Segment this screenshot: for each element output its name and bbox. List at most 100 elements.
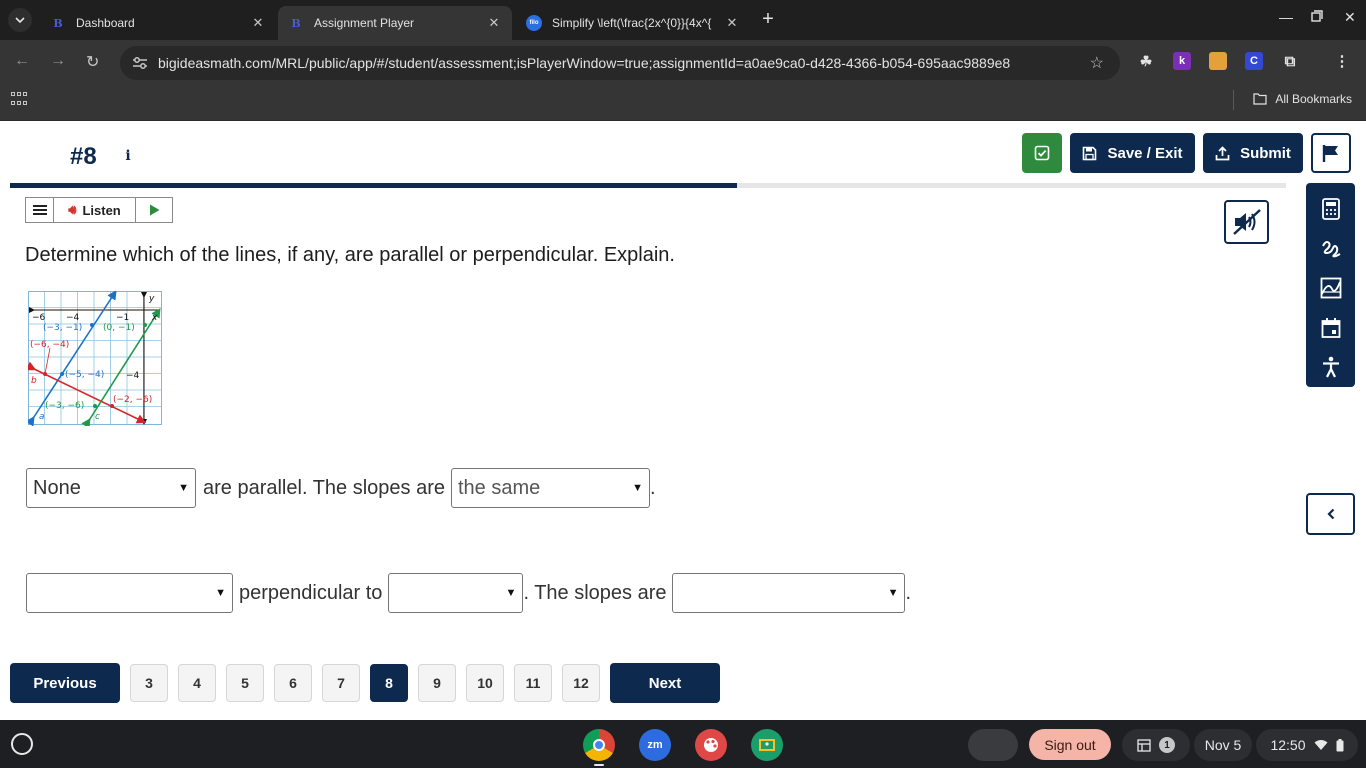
play-button[interactable]: [136, 198, 172, 222]
save-exit-label: Save / Exit: [1107, 144, 1183, 162]
notification-tray[interactable]: 1: [1122, 729, 1190, 761]
tab-title: Dashboard: [76, 16, 135, 30]
sign-out-button[interactable]: Sign out: [1029, 729, 1111, 760]
system-shelf: zm Sign out 1 Nov 5 12:50: [0, 720, 1366, 768]
battery-icon: [1336, 738, 1344, 751]
calculator-icon: [1321, 197, 1340, 220]
notification-count: 1: [1159, 737, 1175, 753]
page-number-button[interactable]: 10: [466, 664, 504, 702]
minimize-icon[interactable]: —: [1279, 9, 1293, 25]
bigideas-favicon-icon: B: [291, 16, 301, 30]
classroom-app-icon[interactable]: [751, 729, 783, 761]
bookmark-star-icon[interactable]: ☆: [1090, 53, 1104, 73]
perpendicular-line-select[interactable]: ▼: [26, 573, 233, 613]
point-label: (−5, −4): [65, 370, 104, 380]
answer-row-perpendicular: ▼ perpendicular to ▼ . The slopes are ▼ …: [26, 573, 911, 613]
select-value: the same: [458, 476, 541, 499]
page-number-button[interactable]: 6: [274, 664, 312, 702]
tab-assignment-player[interactable]: B Assignment Player ✕: [278, 6, 512, 40]
date-tray[interactable]: Nov 5: [1194, 729, 1252, 761]
submit-label: Submit: [1240, 144, 1291, 162]
bookmarks-bar: [0, 85, 1366, 121]
line-label-c: c: [95, 412, 100, 422]
progress-fill: [10, 183, 738, 188]
new-tab-button[interactable]: +: [757, 9, 779, 31]
listen-button[interactable]: 🔊︎ Listen: [54, 198, 136, 222]
kebab-menu-icon[interactable]: ⋮: [1333, 52, 1351, 70]
accessibility-tool-button[interactable]: [1306, 347, 1355, 387]
holding-space-tote[interactable]: [968, 729, 1018, 761]
y-tick-label: −4: [126, 371, 140, 381]
answer-text: .: [905, 581, 912, 604]
parallel-slopes-select[interactable]: the same ▼: [451, 468, 650, 508]
perpendicular-to-select[interactable]: ▼: [388, 573, 524, 613]
check-answer-button[interactable]: [1022, 133, 1062, 173]
tab-filo[interactable]: filo Simplify \left(\frac{2x^{0}}{4x^{ ✕: [516, 6, 750, 40]
collapse-panel-button[interactable]: [1306, 493, 1355, 535]
zoom-app-icon[interactable]: zm: [639, 729, 671, 761]
calculator-tool-button[interactable]: [1306, 189, 1355, 229]
close-icon[interactable]: ✕: [250, 15, 266, 31]
calendar-tool-button[interactable]: [1306, 308, 1355, 348]
chrome-app-icon[interactable]: [583, 729, 615, 761]
reload-icon[interactable]: ↻: [86, 52, 99, 72]
flag-button[interactable]: [1311, 133, 1351, 173]
c-extension-icon[interactable]: C: [1245, 52, 1263, 70]
perpendicular-slopes-select[interactable]: ▼: [672, 573, 906, 613]
address-bar[interactable]: bigideasmath.com/MRL/public/app/#/studen…: [120, 46, 1120, 80]
point-label: (0, −1): [103, 323, 135, 333]
extension-bug-icon[interactable]: ☘: [1137, 52, 1155, 70]
mute-audio-button[interactable]: [1224, 200, 1269, 244]
page-number-button[interactable]: 3: [130, 664, 168, 702]
tab-dashboard[interactable]: B Dashboard ✕: [40, 6, 276, 40]
tools-sidebar: [1306, 183, 1355, 387]
page-number-button[interactable]: 9: [418, 664, 456, 702]
graphing-tool-button[interactable]: [1306, 268, 1355, 308]
paint-app-icon[interactable]: [695, 729, 727, 761]
forward-icon[interactable]: →: [50, 52, 66, 70]
page-number-button[interactable]: 8: [370, 664, 408, 702]
filo-favicon-icon: filo: [526, 15, 542, 31]
close-window-icon[interactable]: ✕: [1344, 9, 1356, 26]
page-number-button[interactable]: 4: [178, 664, 216, 702]
page-number-button[interactable]: 11: [514, 664, 552, 702]
launcher-icon[interactable]: [11, 733, 33, 755]
page-number-button[interactable]: 5: [226, 664, 264, 702]
site-info-icon[interactable]: [130, 53, 150, 73]
page-number-button[interactable]: 7: [322, 664, 360, 702]
apps-grid-icon[interactable]: [11, 92, 27, 108]
assignment-page: #8 i Save / Exit Submit 🔊︎ Listen Determ…: [0, 121, 1366, 720]
previous-button[interactable]: Previous: [10, 663, 120, 703]
close-icon[interactable]: ✕: [486, 15, 502, 31]
puzzle-extensions-icon[interactable]: ⧉: [1281, 52, 1299, 70]
progress-bar: [10, 183, 1286, 188]
close-icon[interactable]: ✕: [724, 15, 740, 31]
chevron-down-icon: ▼: [505, 587, 517, 599]
restore-icon[interactable]: [1311, 9, 1323, 25]
parallel-lines-select[interactable]: None ▼: [26, 468, 196, 508]
x-tick-label: −6: [32, 313, 46, 323]
page-number-button[interactable]: 12: [562, 664, 600, 702]
submit-button[interactable]: Submit: [1203, 133, 1303, 173]
tab-search-button[interactable]: [8, 8, 32, 32]
back-icon[interactable]: ←: [14, 52, 30, 70]
y-axis-label: y: [148, 294, 155, 304]
line-label-a: a: [39, 412, 45, 422]
info-icon[interactable]: i: [120, 148, 136, 164]
next-button[interactable]: Next: [610, 663, 720, 703]
kami-extension-icon[interactable]: k: [1173, 52, 1191, 70]
extension-photo-icon[interactable]: [1209, 52, 1227, 70]
all-bookmarks-button[interactable]: All Bookmarks: [1253, 92, 1352, 106]
date-label: Nov 5: [1204, 737, 1242, 753]
read-aloud-menu-button[interactable]: [26, 198, 54, 222]
folder-icon: [1253, 93, 1267, 105]
x-tick-label: −1: [116, 313, 129, 323]
scratchpad-tool-button[interactable]: [1306, 229, 1355, 269]
all-bookmarks-label: All Bookmarks: [1275, 92, 1352, 106]
point-label: (−2, −6): [113, 395, 152, 405]
save-exit-button[interactable]: Save / Exit: [1070, 133, 1195, 173]
status-tray[interactable]: 12:50: [1256, 729, 1358, 761]
hamburger-icon: [32, 205, 47, 215]
wifi-icon: [1314, 740, 1328, 750]
chevron-down-icon: ▼: [887, 587, 899, 599]
